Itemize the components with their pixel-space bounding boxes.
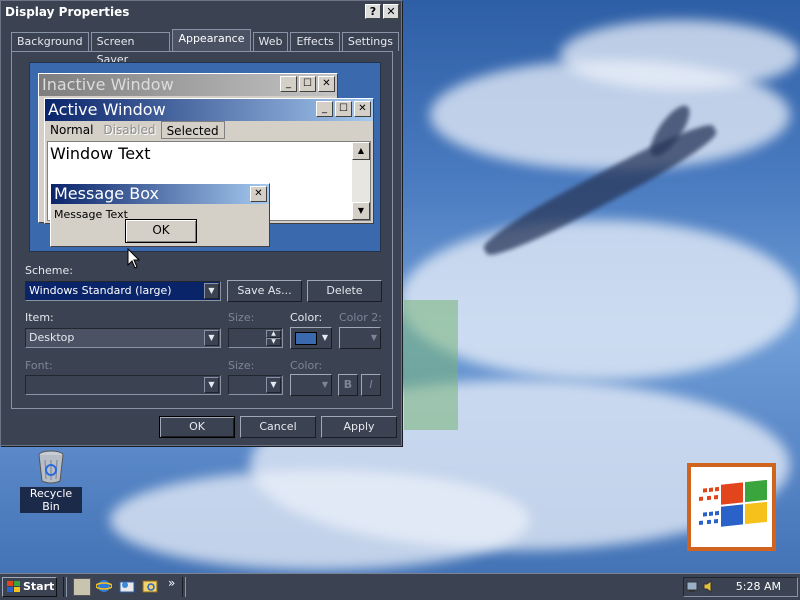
taskbar: Start » 5:28 AM xyxy=(0,573,800,600)
font-size-label: Size: xyxy=(228,359,255,372)
font-color-button[interactable]: ▼ xyxy=(290,374,332,396)
scheme-value: Windows Standard (large) xyxy=(29,284,172,297)
recycle-bin[interactable]: Recycle Bin xyxy=(20,450,82,513)
item-dropdown[interactable]: Desktop ▼ xyxy=(25,328,221,348)
bold-button[interactable]: B xyxy=(338,374,358,396)
menu-selected[interactable]: Selected xyxy=(160,121,225,139)
menu-normal[interactable]: Normal xyxy=(45,121,98,139)
close-icon: ✕ xyxy=(354,101,371,117)
color-swatch xyxy=(295,332,317,345)
window-text: Window Text xyxy=(50,144,151,163)
windows-flag-icon xyxy=(7,581,20,592)
font-color-label: Color: xyxy=(290,359,323,372)
scheme-label: Scheme: xyxy=(25,264,73,277)
chevron-down-icon: ▼ xyxy=(370,333,377,342)
item-size-spinner[interactable]: ▲ ▼ xyxy=(228,328,283,348)
preview-scrollbar[interactable]: ▲ ▼ xyxy=(352,142,370,220)
outlook-express-icon[interactable] xyxy=(119,578,135,594)
chevron-down-icon[interactable]: ▼ xyxy=(204,330,219,346)
item-value: Desktop xyxy=(29,331,75,344)
italic-button[interactable]: I xyxy=(361,374,381,396)
maximize-icon: ☐ xyxy=(299,76,316,92)
spin-up-icon[interactable]: ▲ xyxy=(266,330,281,338)
show-desktop-icon[interactable] xyxy=(73,578,91,596)
minimize-icon: _ xyxy=(280,76,297,92)
tab-background[interactable]: Background xyxy=(11,32,89,51)
maximize-icon: ☐ xyxy=(335,101,352,117)
windows-logo xyxy=(687,463,776,551)
size-label: Size: xyxy=(228,311,255,324)
tab-settings[interactable]: Settings xyxy=(341,32,399,51)
start-label: Start xyxy=(23,580,55,593)
explorer-icon[interactable] xyxy=(142,578,158,594)
message-box-title: Message Box xyxy=(54,184,159,203)
scheme-dropdown[interactable]: Windows Standard (large) ▼ xyxy=(25,281,221,301)
appearance-panel: Inactive Window _ ☐ ✕ Active Window _ ☐ … xyxy=(11,51,393,409)
chevron-down-icon[interactable]: ▼ xyxy=(204,283,219,299)
apply-button[interactable]: Apply xyxy=(321,416,397,438)
start-button[interactable]: Start xyxy=(2,577,57,597)
delete-button[interactable]: Delete xyxy=(307,280,382,302)
display-properties-dialog: Display Properties ? ✕ Background Screen… xyxy=(0,0,402,446)
cancel-button[interactable]: Cancel xyxy=(240,416,316,438)
font-label: Font: xyxy=(25,359,53,372)
item-color-button[interactable]: ▼ xyxy=(290,327,332,349)
color2-label: Color 2: xyxy=(339,311,382,324)
message-box-ok-button[interactable]: OK xyxy=(125,219,197,243)
item-label: Item: xyxy=(25,311,54,324)
tab-web[interactable]: Web xyxy=(252,32,289,51)
scroll-up-icon: ▲ xyxy=(352,142,370,160)
item-color2-button[interactable]: ▼ xyxy=(339,327,381,349)
chevron-down-icon[interactable]: ▼ xyxy=(204,377,219,393)
internet-explorer-icon[interactable] xyxy=(95,578,113,594)
minimize-icon: _ xyxy=(316,101,333,117)
tab-effects[interactable]: Effects xyxy=(290,32,340,51)
help-button[interactable]: ? xyxy=(365,4,381,19)
font-dropdown[interactable]: ▼ xyxy=(25,375,221,395)
volume-icon[interactable] xyxy=(702,579,716,594)
recycle-bin-icon xyxy=(38,450,64,484)
scroll-down-icon: ▼ xyxy=(352,202,370,220)
taskbar-separator xyxy=(182,577,186,597)
tab-bar: Background Screen Saver Appearance Web E… xyxy=(11,29,401,66)
taskbar-separator xyxy=(63,577,67,597)
inactive-window-title: Inactive Window xyxy=(42,75,174,94)
close-button[interactable]: ✕ xyxy=(383,4,399,19)
tab-appearance[interactable]: Appearance xyxy=(172,29,251,51)
system-tray: 5:28 AM xyxy=(683,577,798,597)
save-as-button[interactable]: Save As... xyxy=(227,280,302,302)
active-window-title: Active Window xyxy=(48,100,166,119)
quicklaunch-chevron-icon[interactable]: » xyxy=(168,576,175,590)
dialog-title-bar[interactable]: Display Properties ? ✕ xyxy=(1,1,401,23)
clock[interactable]: 5:28 AM xyxy=(736,580,781,593)
dialog-title: Display Properties xyxy=(5,5,130,19)
spin-down-icon[interactable]: ▼ xyxy=(266,338,281,346)
color-label: Color: xyxy=(290,311,323,324)
appearance-preview[interactable]: Inactive Window _ ☐ ✕ Active Window _ ☐ … xyxy=(29,62,381,252)
font-size-dropdown[interactable]: ▼ xyxy=(228,375,283,395)
menu-disabled[interactable]: Disabled xyxy=(98,121,160,139)
ok-button[interactable]: OK xyxy=(159,416,235,438)
chevron-down-icon: ▼ xyxy=(321,380,328,389)
mouse-pointer-icon xyxy=(127,248,141,269)
tab-screen-saver[interactable]: Screen Saver xyxy=(90,32,171,66)
recycle-bin-label: Recycle Bin xyxy=(20,487,82,513)
preview-menubar: Normal Disabled Selected xyxy=(45,121,373,139)
close-icon: ✕ xyxy=(318,76,335,92)
close-icon: ✕ xyxy=(250,186,267,202)
chevron-down-icon[interactable]: ▼ xyxy=(266,377,281,393)
chevron-down-icon: ▼ xyxy=(321,333,328,342)
preview-message-box[interactable]: Message Box ✕ Message Text OK xyxy=(50,183,270,247)
network-icon[interactable] xyxy=(686,579,700,594)
